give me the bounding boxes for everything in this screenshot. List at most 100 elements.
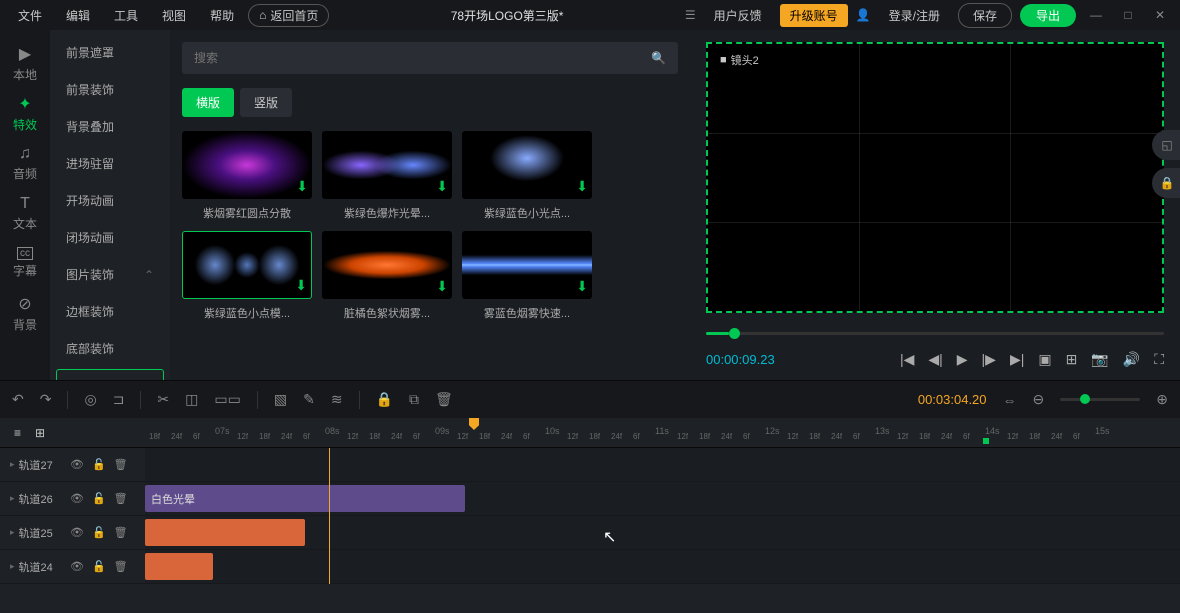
zoom-slider[interactable]: [1060, 398, 1140, 401]
gallery-item[interactable]: ⬇ 脏橘色絮状烟雾...: [322, 231, 452, 321]
lock-icon[interactable]: 🔓: [92, 526, 106, 539]
feedback-link[interactable]: 用户反馈: [704, 3, 772, 28]
track-label[interactable]: ▸ 轨道25: [0, 516, 70, 549]
preview-scrubber[interactable]: [706, 323, 1164, 343]
home-button[interactable]: ⌂ 返回首页: [248, 4, 329, 27]
group-icon[interactable]: ▭▭: [214, 391, 240, 408]
nav-subtitle[interactable]: cc 字幕: [0, 238, 50, 288]
search-input[interactable]: [194, 51, 651, 65]
lock-icon[interactable]: 🔓: [92, 458, 106, 471]
next-frame-icon[interactable]: |▶: [982, 351, 996, 368]
zoom-in-icon[interactable]: ⊕: [1156, 391, 1168, 408]
close-icon[interactable]: ✕: [1148, 8, 1172, 22]
sidebar-item[interactable]: 进场驻留: [50, 145, 170, 182]
gallery-item[interactable]: ⬇ 紫绿蓝色小点模...: [182, 231, 312, 321]
timeline-clip[interactable]: [145, 553, 213, 580]
timeline-ruler[interactable]: 07s18f24f6f08s12f18f24f6f09s12f18f24f6f1…: [145, 418, 1180, 447]
nav-text[interactable]: T 文本: [0, 188, 50, 238]
split-icon[interactable]: ✂: [157, 391, 169, 408]
trash-icon[interactable]: 🗑: [114, 492, 128, 505]
nav-background[interactable]: ⊘ 背景: [0, 288, 50, 338]
delete-icon[interactable]: 🗑: [435, 391, 453, 408]
nav-effects[interactable]: ✦ 特效: [0, 88, 50, 138]
track-label[interactable]: ▸ 轨道24: [0, 550, 70, 583]
track-content[interactable]: 白色光晕: [145, 482, 1180, 515]
undo-icon[interactable]: ↶: [12, 391, 24, 408]
orient-horizontal[interactable]: 横版: [182, 88, 234, 117]
prev-frame-icon[interactable]: ◀|: [928, 351, 942, 368]
play-icon[interactable]: ▶: [957, 351, 968, 368]
upgrade-button[interactable]: 升级账号: [780, 4, 848, 27]
layers-icon[interactable]: ≋: [331, 391, 343, 408]
loop-icon[interactable]: ▣: [1038, 351, 1051, 368]
visibility-icon[interactable]: 👁: [70, 526, 84, 539]
nav-audio[interactable]: ♫ 音频: [0, 138, 50, 188]
gallery-item[interactable]: ⬇ 紫绿蓝色小光点...: [462, 131, 592, 221]
sidebar-item[interactable]: 前景遮罩: [50, 34, 170, 71]
add-track-icon[interactable]: ⊞: [35, 426, 45, 440]
search-box[interactable]: 🔍: [182, 42, 678, 74]
sidebar-item[interactable]: 底部装饰: [50, 330, 170, 367]
visibility-icon[interactable]: 👁: [70, 492, 84, 505]
menu-file[interactable]: 文件: [8, 3, 52, 28]
playhead-marker[interactable]: [469, 418, 479, 430]
trash-icon[interactable]: 🗑: [114, 560, 128, 573]
sidebar-item-active[interactable]: 文字装饰: [56, 369, 164, 380]
sidebar-item[interactable]: 边框装饰: [50, 293, 170, 330]
fit-icon[interactable]: ⇔: [1003, 392, 1017, 408]
trash-icon[interactable]: 🗑: [114, 526, 128, 539]
gallery-item[interactable]: ⬇ 紫烟雾红圆点分散: [182, 131, 312, 221]
timeline-clip[interactable]: [145, 519, 305, 546]
lock-icon[interactable]: 🔓: [92, 492, 106, 505]
download-icon[interactable]: ⬇: [296, 178, 308, 195]
nav-local[interactable]: ▶ 本地: [0, 38, 50, 88]
track-content[interactable]: [145, 516, 1180, 549]
timeline-clip[interactable]: 白色光晕: [145, 485, 465, 512]
preview-viewport[interactable]: ■ 镜头2: [706, 42, 1164, 313]
crop-icon[interactable]: ◫: [185, 391, 198, 408]
lock-icon[interactable]: 🔓: [92, 560, 106, 573]
orient-vertical[interactable]: 竖版: [240, 88, 292, 117]
visibility-icon[interactable]: 👁: [70, 458, 84, 471]
copy-icon[interactable]: ⧉: [409, 391, 419, 408]
login-link[interactable]: 登录/注册: [879, 3, 950, 28]
export-button[interactable]: 导出: [1020, 4, 1076, 27]
trash-icon[interactable]: 🗑: [114, 458, 128, 471]
download-icon[interactable]: ⬇: [576, 178, 588, 195]
menu-tools[interactable]: 工具: [104, 3, 148, 28]
menu-help[interactable]: 帮助: [200, 3, 244, 28]
next-clip-icon[interactable]: ▶|: [1010, 351, 1024, 368]
sidebar-item[interactable]: 开场动画: [50, 182, 170, 219]
grid-icon[interactable]: ⊞: [1066, 351, 1078, 368]
zoom-out-icon[interactable]: ⊖: [1033, 391, 1045, 408]
save-button[interactable]: 保存: [958, 3, 1012, 28]
download-icon[interactable]: ⬇: [576, 278, 588, 295]
track-settings-icon[interactable]: ≡: [14, 426, 21, 440]
prev-clip-icon[interactable]: |◀: [900, 351, 914, 368]
snapshot-icon[interactable]: 📷: [1091, 351, 1108, 368]
minimize-icon[interactable]: —: [1084, 8, 1108, 22]
track-label[interactable]: ▸ 轨道26: [0, 482, 70, 515]
redo-icon[interactable]: ↷: [40, 391, 52, 408]
mask-icon[interactable]: ▧: [274, 391, 287, 408]
sidebar-item[interactable]: 闭场动画: [50, 219, 170, 256]
gallery-item[interactable]: ⬇ 雾蓝色烟雾快速...: [462, 231, 592, 321]
search-icon[interactable]: 🔍: [651, 51, 666, 65]
sidebar-item[interactable]: 前景装饰: [50, 71, 170, 108]
volume-icon[interactable]: 🔊: [1123, 351, 1140, 368]
lock-icon[interactable]: 🔒: [376, 391, 393, 408]
sidebar-item[interactable]: 背景叠加: [50, 108, 170, 145]
download-icon[interactable]: ⬇: [436, 178, 448, 195]
menu-view[interactable]: 视图: [152, 3, 196, 28]
range-marker[interactable]: [983, 438, 989, 444]
visibility-icon[interactable]: 👁: [70, 560, 84, 573]
download-icon[interactable]: ⬇: [295, 277, 307, 294]
track-label[interactable]: ▸ 轨道27: [0, 448, 70, 481]
crop-tool-icon[interactable]: ◱: [1152, 130, 1180, 160]
magnet-icon[interactable]: ⊐: [113, 391, 125, 408]
maximize-icon[interactable]: □: [1116, 8, 1140, 22]
sidebar-item[interactable]: 图片装饰 ⌃: [50, 256, 170, 293]
lock-tool-icon[interactable]: 🔒: [1152, 168, 1180, 198]
fullscreen-icon[interactable]: ⛶: [1154, 351, 1164, 368]
menu-edit[interactable]: 编辑: [56, 3, 100, 28]
